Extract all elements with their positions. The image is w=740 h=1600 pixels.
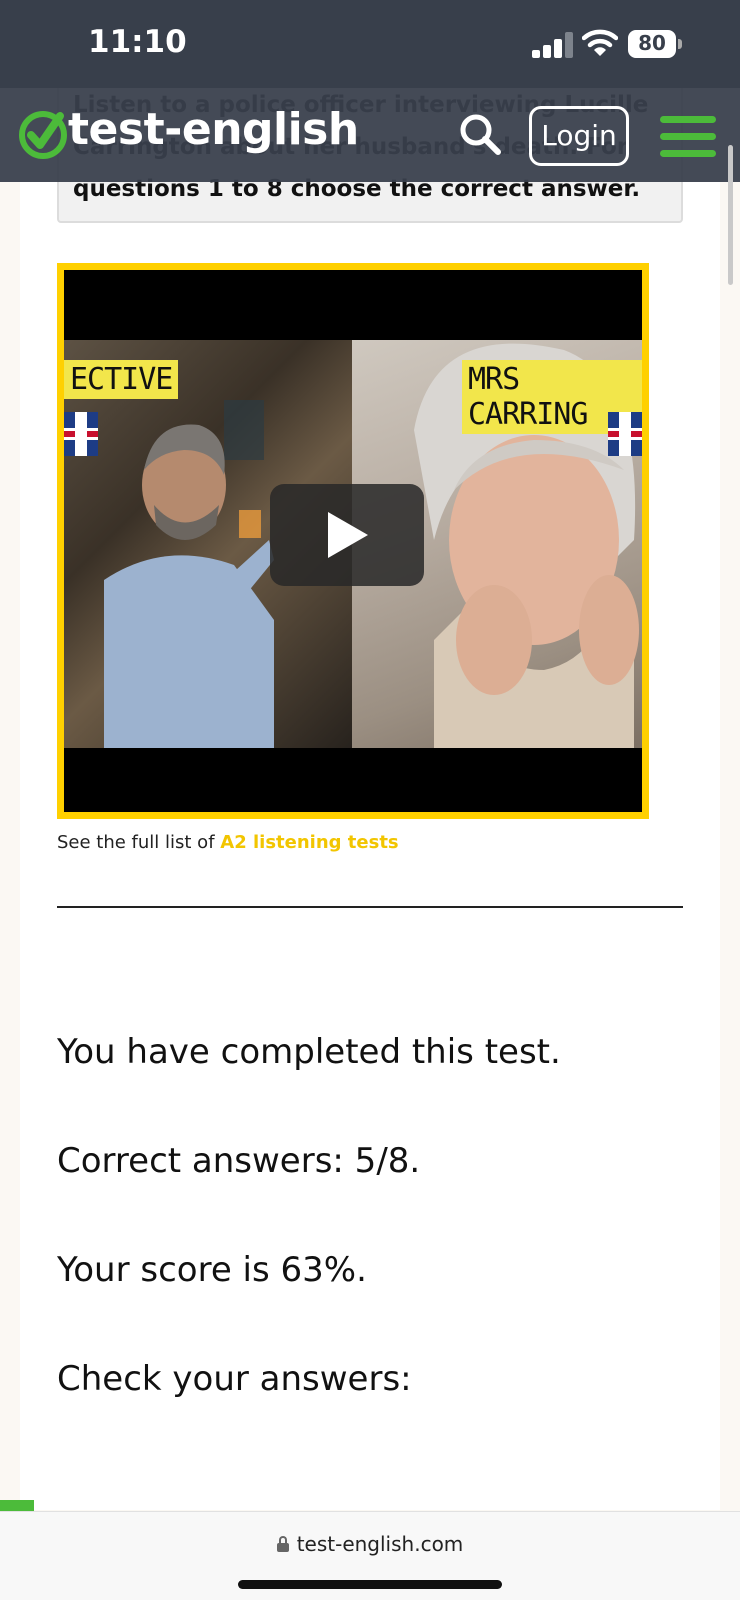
signal-icon [532, 32, 573, 58]
hamburger-menu-icon[interactable] [660, 116, 716, 158]
url-text: test-english.com [296, 1532, 464, 1556]
lock-icon [276, 1536, 289, 1552]
uk-flag-icon [608, 412, 642, 456]
search-icon[interactable] [458, 112, 502, 156]
full-list-line: See the full list of A2 listening tests [57, 832, 399, 853]
logo-check-icon[interactable] [18, 110, 68, 160]
scrollbar[interactable] [728, 145, 733, 285]
battery-icon: 80 [628, 30, 682, 58]
play-button[interactable] [270, 484, 424, 586]
play-icon [328, 512, 368, 558]
score-text: Your score is 63%. [57, 1250, 367, 1290]
status-time: 11:10 [88, 24, 187, 60]
a2-listening-tests-link[interactable]: A2 listening tests [220, 832, 398, 853]
detective-figure [104, 400, 274, 748]
battery-level: 80 [638, 31, 666, 55]
wifi-icon [582, 29, 618, 56]
detective-label: ECTIVE [64, 360, 179, 399]
uk-flag-icon [64, 412, 98, 456]
url-display[interactable]: test-english.com [0, 1532, 740, 1556]
check-answers-heading: Check your answers: [57, 1359, 412, 1399]
completed-message: You have completed this test. [57, 1032, 561, 1072]
full-list-prefix: See the full list of [57, 832, 221, 853]
home-indicator[interactable] [238, 1580, 502, 1589]
login-button[interactable]: Login [529, 106, 629, 166]
correct-answers: Correct answers: 5/8. [57, 1141, 421, 1181]
divider [57, 906, 683, 908]
browser-address-bar[interactable]: test-english.com [0, 1511, 740, 1600]
site-logo[interactable]: test-english [68, 104, 359, 155]
video-player[interactable]: ECTIVE MRS CARRING [57, 263, 649, 819]
site-navbar: test-english Login [0, 88, 740, 182]
status-bar: 11:10 80 [0, 0, 740, 88]
